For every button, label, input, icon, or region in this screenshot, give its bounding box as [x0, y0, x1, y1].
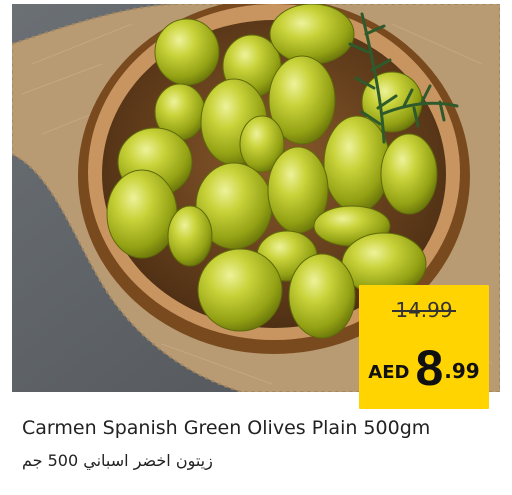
price-minor: .99: [444, 359, 480, 383]
price-major: 8: [415, 340, 444, 396]
currency-label: AED: [368, 362, 410, 383]
price-badge: 14.99 AED 8 .99: [359, 285, 489, 409]
old-price: 14.99: [359, 298, 489, 322]
old-price-value: 14.99: [392, 298, 456, 322]
new-price: AED 8 .99: [359, 337, 489, 393]
product-card[interactable]: 14.99 AED 8 .99 Carmen Spanish Green Oli…: [0, 0, 512, 495]
product-title-english[interactable]: Carmen Spanish Green Olives Plain 500gm: [22, 417, 502, 439]
product-title-arabic: زيتون اخضر اسباني 500 جم: [22, 451, 213, 470]
